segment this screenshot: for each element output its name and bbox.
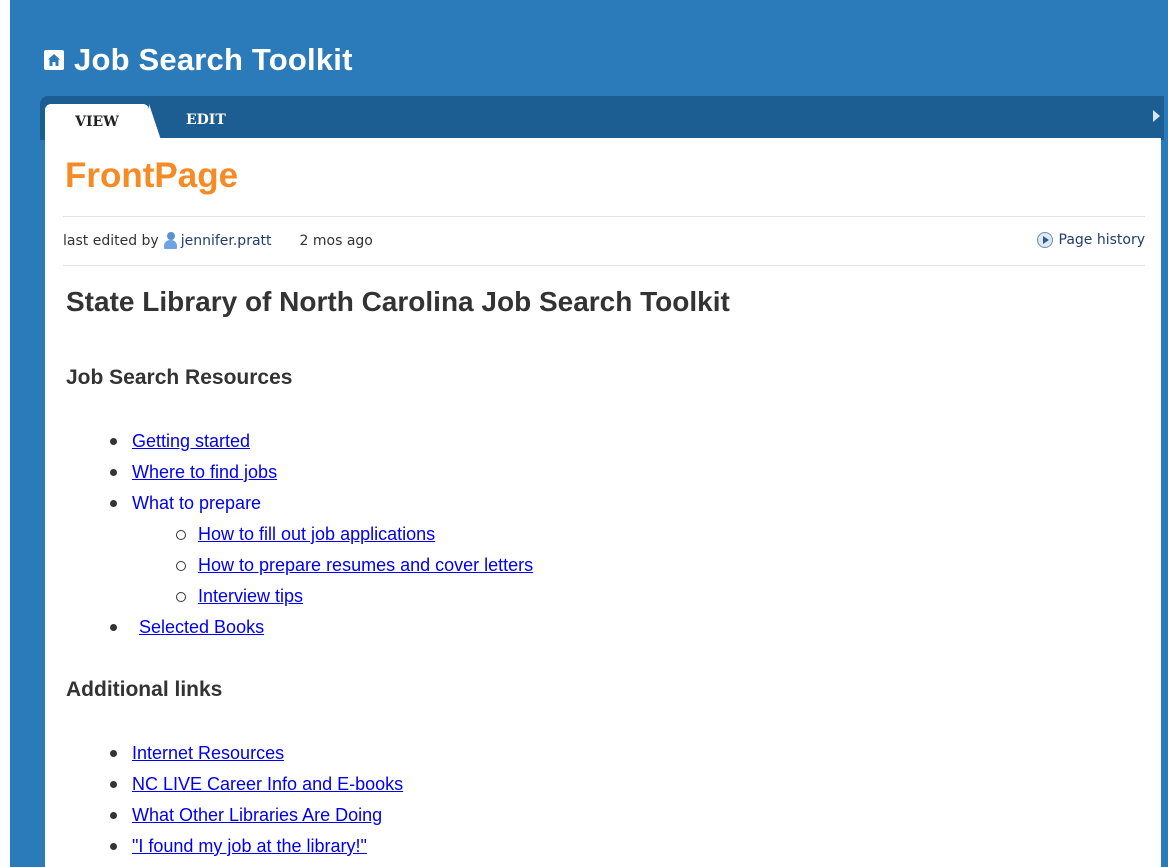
content-panel: FrontPage last edited by jennifer.pratt …	[45, 138, 1161, 867]
page-content: State Library of North Carolina Job Sear…	[66, 286, 1146, 856]
home-glyph	[48, 54, 60, 66]
page-title: FrontPage	[65, 156, 239, 195]
link-found-my-job[interactable]: "I found my job at the library!"	[132, 836, 367, 856]
link-other-libraries[interactable]: What Other Libraries Are Doing	[132, 805, 382, 825]
list-item: "I found my job at the library!"	[108, 831, 403, 862]
link-selected-books[interactable]: Selected Books	[139, 617, 264, 637]
link-job-applications[interactable]: How to fill out job applications	[198, 524, 435, 544]
play-history-icon	[1036, 232, 1053, 248]
list-item: NC LIVE Career Info and E-books	[108, 769, 403, 800]
list-item: What to prepare How to fill out job appl…	[108, 488, 533, 612]
last-edited-label: last edited by	[63, 232, 159, 249]
list-item: How to prepare resumes and cover letters	[174, 550, 533, 581]
prepare-sublist: How to fill out job applications How to …	[174, 519, 533, 612]
page-history-label[interactable]: Page history	[1059, 232, 1146, 248]
link-internet-resources[interactable]: Internet Resources	[132, 743, 284, 763]
page-history-link[interactable]: Page history	[1036, 232, 1146, 248]
page-meta: last edited by jennifer.pratt 2 mos ago	[63, 232, 373, 249]
divider	[63, 216, 1145, 217]
site-title[interactable]: Job Search Toolkit	[74, 42, 353, 78]
link-getting-started[interactable]: Getting started	[132, 431, 250, 451]
tab-edit[interactable]: EDIT	[186, 102, 226, 138]
list-item: Where to find jobs	[108, 457, 533, 488]
list-item: Interview tips	[174, 581, 533, 612]
resources-list: Getting started Where to find jobs What …	[108, 426, 533, 643]
list-item: Selected Books	[108, 612, 533, 643]
left-border	[0, 0, 10, 867]
edit-time: 2 mos ago	[299, 232, 373, 249]
link-interview-tips[interactable]: Interview tips	[198, 586, 303, 606]
home-icon[interactable]	[44, 50, 64, 70]
additional-links-list: Internet Resources NC LIVE Career Info a…	[108, 738, 403, 862]
tab-scroll-right-icon[interactable]	[1153, 110, 1160, 122]
what-to-prepare-label: What to prepare	[132, 493, 262, 513]
list-item: How to fill out job applications	[174, 519, 533, 550]
user-icon	[163, 232, 177, 249]
divider	[63, 265, 1145, 266]
section-heading-additional: Additional links	[66, 678, 223, 701]
author-link[interactable]: jennifer.pratt	[181, 233, 272, 249]
link-nc-live[interactable]: NC LIVE Career Info and E-books	[132, 774, 403, 794]
site-header: Job Search Toolkit	[44, 38, 353, 82]
link-where-to-find-jobs[interactable]: Where to find jobs	[132, 462, 277, 482]
tab-bar: VIEW EDIT	[40, 96, 1164, 140]
section-heading-resources: Job Search Resources	[66, 366, 293, 389]
content-heading: State Library of North Carolina Job Sear…	[66, 286, 730, 317]
list-item: Internet Resources	[108, 738, 403, 769]
list-item: What Other Libraries Are Doing	[108, 800, 403, 831]
link-resumes-cover-letters[interactable]: How to prepare resumes and cover letters	[198, 555, 533, 575]
tab-view[interactable]: VIEW	[45, 104, 161, 140]
list-item: Getting started	[108, 426, 533, 457]
